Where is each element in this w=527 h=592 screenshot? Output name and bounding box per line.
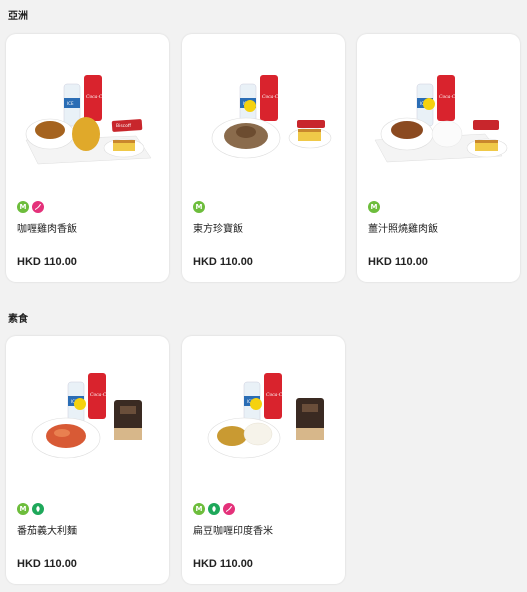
svg-text:Coca-Cola: Coca-Cola: [266, 392, 289, 398]
meal-image: ICE Coca-Cola: [192, 370, 335, 470]
item-price: HKD 110.00: [368, 256, 428, 268]
item-price: HKD 110.00: [193, 558, 253, 570]
badge-group: M: [193, 503, 235, 515]
svg-text:Coca-Cola: Coca-Cola: [262, 94, 285, 100]
item-price: HKD 110.00: [17, 256, 77, 268]
meal-image: ICE Coca-Cola: [367, 68, 510, 168]
item-name: 薑汁照燒雞肉飯: [368, 224, 438, 235]
m-badge-icon: M: [193, 503, 205, 515]
item-name: 東方珍寶飯: [193, 224, 243, 235]
menu-item-card-oriental-treasure-rice[interactable]: ICE Coca-Cola M 東方珍寶飯 HKD 110.00: [182, 34, 345, 282]
item-name: 咖喱雞肉香飯: [17, 224, 77, 235]
leaf-icon: [32, 503, 44, 515]
meal-image: ICE Coca-Cola Biscoff: [16, 68, 159, 168]
badge-group: M: [193, 201, 205, 213]
svg-text:Coca-Cola: Coca-Cola: [86, 94, 109, 100]
badge-group: M: [17, 503, 44, 515]
svg-text:Coca-Cola: Coca-Cola: [439, 94, 462, 100]
menu-item-card-tomato-pasta[interactable]: ICE Coca-Cola M 番茄義大利麵 HKD 110.00: [6, 336, 169, 584]
section-title-asia: 亞洲: [8, 11, 28, 22]
section-title-vegetarian: 素食: [8, 314, 28, 325]
m-badge-icon: M: [193, 201, 205, 213]
menu-item-card-ginger-teriyaki-chicken-rice[interactable]: ICE Coca-Cola M 薑汁照燒雞肉飯 HKD 110.00: [357, 34, 520, 282]
menu-item-card-curry-chicken-rice[interactable]: ICE Coca-Cola Biscoff M 咖喱雞肉香飯 HKD 110.0…: [6, 34, 169, 282]
m-badge-icon: M: [17, 201, 29, 213]
item-name: 番茄義大利麵: [17, 526, 77, 537]
m-badge-icon: M: [17, 503, 29, 515]
item-price: HKD 110.00: [193, 256, 253, 268]
item-name: 扁豆咖喱印度香米: [193, 526, 273, 537]
item-price: HKD 110.00: [17, 558, 77, 570]
leaf-icon: [208, 503, 220, 515]
meal-image: ICE Coca-Cola: [192, 68, 335, 168]
badge-group: M: [368, 201, 380, 213]
menu-item-card-lentil-curry-basmati[interactable]: ICE Coca-Cola M 扁豆咖喱印度香米 HKD 110.00: [182, 336, 345, 584]
svg-text:Coca-Cola: Coca-Cola: [90, 392, 113, 398]
m-badge-icon: M: [368, 201, 380, 213]
chili-icon: [32, 201, 44, 213]
meal-image: ICE Coca-Cola: [16, 370, 159, 470]
badge-group: M: [17, 201, 44, 213]
chili-icon: [223, 503, 235, 515]
svg-text:Biscoff: Biscoff: [116, 123, 132, 129]
svg-text:ICE: ICE: [67, 101, 74, 106]
